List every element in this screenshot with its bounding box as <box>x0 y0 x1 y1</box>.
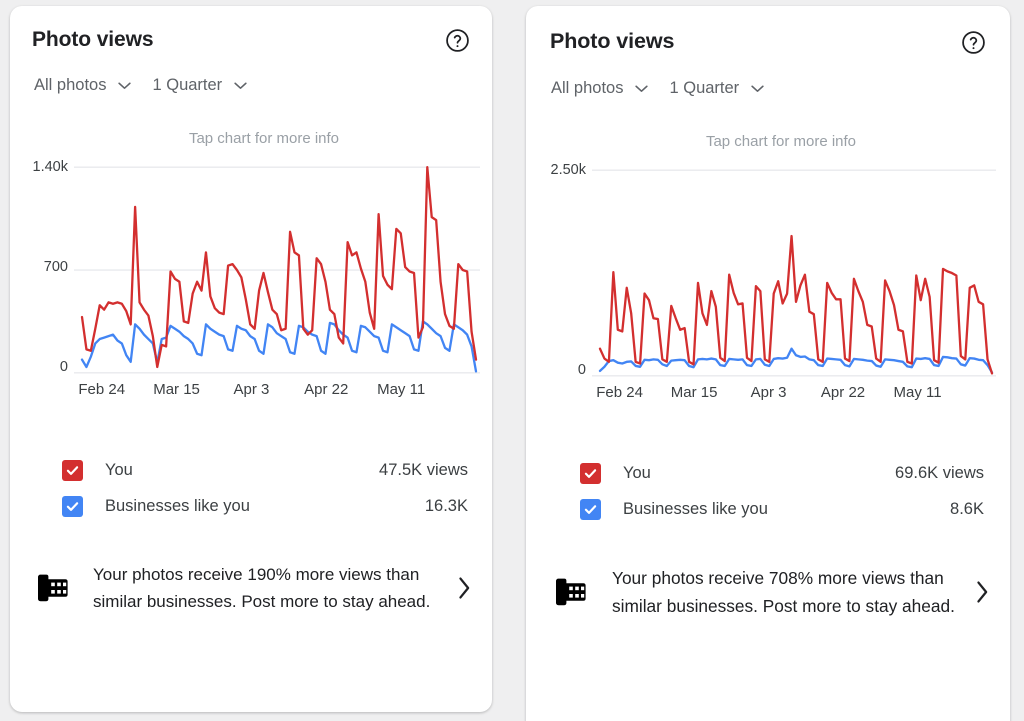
legend-label-peers: Businesses like you <box>623 500 768 518</box>
x-axis-tick-label: Mar 15 <box>670 383 718 401</box>
y-axis-tick-label: 2.50k <box>550 161 586 178</box>
insight-row[interactable]: Your photos receive 190% more views than… <box>10 561 492 616</box>
card-header: Photo views <box>10 6 492 53</box>
filter-bar: All photos 1 Quarter <box>526 55 1010 97</box>
x-axis-tick-label: Feb 24 <box>78 380 126 398</box>
chart-area-right[interactable]: 0 2.50k Feb 24 Mar 15 Apr 3 Apr 22 May 11 <box>526 162 1004 412</box>
checkbox-you[interactable] <box>62 460 83 481</box>
chevron-down-icon <box>750 84 765 93</box>
legend-label-you: You <box>623 464 651 482</box>
x-axis-tick-label: Apr 3 <box>233 380 270 398</box>
chevron-down-icon <box>117 81 132 90</box>
legend-row-you[interactable]: You 47.5K views <box>62 453 468 489</box>
filter-date-range[interactable]: 1 Quarter <box>669 80 765 97</box>
legend-value-peers: 16.3K <box>424 497 468 515</box>
help-circle-icon[interactable] <box>961 30 986 55</box>
x-axis-tick-label: Feb 24 <box>596 383 643 401</box>
filter-bar: All photos 1 Quarter <box>10 53 492 94</box>
chevron-down-icon <box>634 84 649 93</box>
legend-label-peers: Businesses like you <box>105 497 250 515</box>
chart-area-left[interactable]: 0 700 1.40k Feb 24 Mar 15 Apr 3 Apr 22 May 11 <box>10 159 488 409</box>
chart-plot[interactable] <box>10 159 488 379</box>
x-axis-tick-label: Apr 22 <box>304 380 349 398</box>
y-axis-tick-label: 0 <box>59 358 68 375</box>
checkbox-businesses-like-you[interactable] <box>62 496 83 517</box>
page-title: Photo views <box>32 28 154 51</box>
photo-views-card-right: Photo views All photos 1 Quarter Tap cha… <box>526 6 1010 721</box>
insight-text: Your photos receive 190% more views than… <box>93 564 431 612</box>
filter-all-photos[interactable]: All photos <box>551 80 649 97</box>
film-roll-icon <box>554 577 588 607</box>
help-circle-icon[interactable] <box>445 28 470 53</box>
chart-hint: Tap chart for more info <box>188 129 340 147</box>
legend-label-you: You <box>105 461 133 479</box>
legend-value-you: 47.5K views <box>379 461 468 479</box>
chart-hint: Tap chart for more info <box>705 132 857 150</box>
filter-all-photos-label: All photos <box>34 76 107 94</box>
checkbox-businesses-like-you[interactable] <box>580 499 601 520</box>
chevron-down-icon <box>233 81 248 90</box>
chart-legend: You 69.6K views Businesses like you 8.6K <box>526 456 1010 528</box>
screen: Photo views All photos 1 Quarter Tap cha… <box>0 0 1024 721</box>
chart-legend: You 47.5K views Businesses like you 16.3… <box>10 453 492 525</box>
legend-row-peers[interactable]: Businesses like you 16.3K <box>62 489 468 525</box>
legend-row-peers[interactable]: Businesses like you 8.6K <box>580 492 984 528</box>
series-line <box>598 234 994 375</box>
x-axis-tick-label: Apr 22 <box>820 383 866 401</box>
legend-row-you[interactable]: You 69.6K views <box>580 456 984 492</box>
series-line <box>80 165 478 368</box>
photo-views-card-left: Photo views All photos 1 Quarter Tap cha… <box>10 6 492 712</box>
checkbox-you[interactable] <box>580 463 601 484</box>
y-axis-tick-label: 1.40k <box>32 158 68 175</box>
legend-value-you: 69.6K views <box>895 464 984 482</box>
y-axis-tick-label: 700 <box>43 258 68 275</box>
x-axis-tick-label: Mar 15 <box>153 380 200 398</box>
legend-value-peers: 8.6K <box>950 500 984 518</box>
insight-row[interactable]: Your photos receive 708% more views than… <box>526 564 1010 620</box>
filter-date-range-label: 1 Quarter <box>152 76 223 94</box>
chevron-right-icon[interactable] <box>456 575 472 601</box>
y-axis-tick-label: 0 <box>577 361 586 378</box>
page-title: Photo views <box>550 29 675 53</box>
chevron-right-icon[interactable] <box>974 579 990 605</box>
insight-text: Your photos receive 708% more views than… <box>612 567 955 616</box>
filter-all-photos[interactable]: All photos <box>34 77 132 94</box>
x-axis-tick-label: Apr 3 <box>750 383 787 401</box>
filter-date-range-label: 1 Quarter <box>669 79 740 97</box>
card-header: Photo views <box>526 6 1010 55</box>
filter-all-photos-label: All photos <box>551 79 624 97</box>
filter-date-range[interactable]: 1 Quarter <box>152 77 248 94</box>
x-axis-tick-label: May 11 <box>893 383 942 401</box>
film-roll-icon <box>36 573 70 603</box>
x-axis-tick-label: May 11 <box>377 380 426 398</box>
chart-plot[interactable] <box>526 162 1004 382</box>
